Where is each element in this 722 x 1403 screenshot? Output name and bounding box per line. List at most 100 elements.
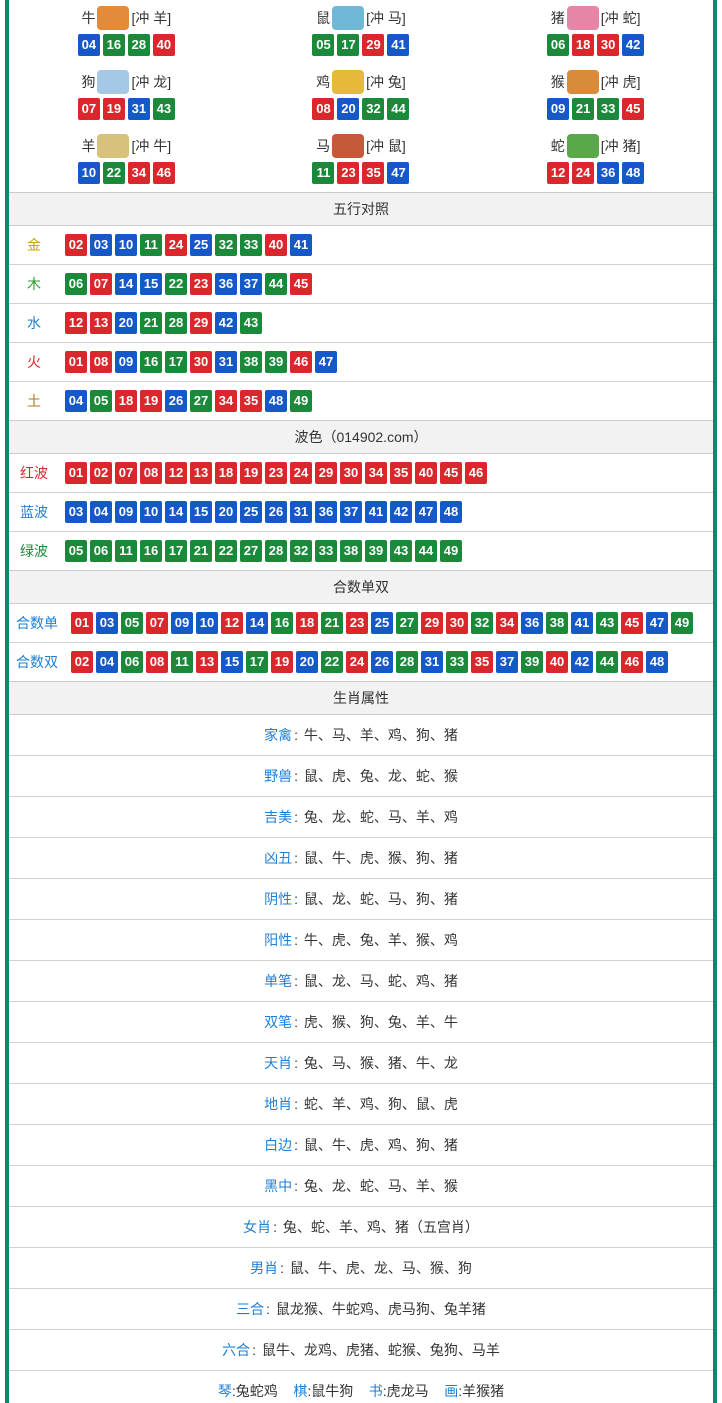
- number-ball: 03: [90, 234, 112, 256]
- table-row: 金 02031011242532334041: [9, 226, 713, 265]
- attr-label: 天肖: [264, 1055, 292, 1071]
- number-ball: 17: [246, 651, 268, 673]
- number-ball: 30: [446, 612, 468, 634]
- zodiac-icon: [567, 134, 599, 158]
- attr-value: 鼠、牛、虎、龙、马、猴、狗: [290, 1260, 472, 1276]
- number-ball: 14: [115, 273, 137, 295]
- zodiac-cell: 猴 [冲 虎] 09213345: [478, 64, 713, 128]
- attr-row: 家禽: 牛、马、羊、鸡、狗、猪: [9, 715, 713, 755]
- attr-value: 鼠牛、龙鸡、虎猪、蛇猴、兔狗、马羊: [262, 1342, 500, 1358]
- number-ball: 04: [90, 501, 112, 523]
- zodiac-header: 鼠 [冲 马]: [244, 6, 479, 30]
- zodiac-numbers: 10223446: [9, 162, 244, 184]
- attr-row: 三合: 鼠龙猴、牛蛇鸡、虎马狗、兔羊猪: [9, 1288, 713, 1329]
- attr-value: 牛、马、羊、鸡、狗、猪: [304, 727, 458, 743]
- number-ball: 43: [240, 312, 262, 334]
- zodiac-header: 蛇 [冲 猪]: [478, 134, 713, 158]
- row-label: 绿波: [9, 532, 59, 571]
- number-ball: 09: [547, 98, 569, 120]
- number-ball: 33: [240, 234, 262, 256]
- number-ball: 03: [96, 612, 118, 634]
- number-ball: 39: [265, 351, 287, 373]
- zodiac-icon: [567, 6, 599, 30]
- number-ball: 26: [371, 651, 393, 673]
- number-ball: 32: [362, 98, 384, 120]
- row-label: 合数双: [9, 643, 65, 682]
- number-ball: 22: [321, 651, 343, 673]
- number-ball: 23: [346, 612, 368, 634]
- number-ball: 22: [165, 273, 187, 295]
- attr-label: 双笔: [264, 1014, 292, 1030]
- zodiac-conflict: [冲 鼠]: [366, 136, 406, 156]
- number-ball: 22: [103, 162, 125, 184]
- attr-value: 蛇、羊、鸡、狗、鼠、虎: [304, 1096, 458, 1112]
- zodiac-header: 马 [冲 鼠]: [244, 134, 479, 158]
- number-ball: 07: [90, 273, 112, 295]
- number-ball: 40: [415, 462, 437, 484]
- number-ball: 33: [446, 651, 468, 673]
- zodiac-cell: 猪 [冲 蛇] 06183042: [478, 0, 713, 64]
- number-ball: 30: [597, 34, 619, 56]
- number-ball: 26: [265, 501, 287, 523]
- number-ball: 25: [190, 234, 212, 256]
- zodiac-name: 鸡: [316, 72, 330, 92]
- number-ball: 41: [365, 501, 387, 523]
- section-header-attr: 生肖属性: [9, 681, 713, 715]
- zodiac-cell: 马 [冲 鼠] 11233547: [244, 128, 479, 192]
- attr-label: 阴性: [264, 891, 292, 907]
- number-ball: 49: [290, 390, 312, 412]
- attr-value: 鼠、虎、兔、龙、蛇、猴: [304, 768, 458, 784]
- number-ball: 11: [140, 234, 162, 256]
- number-ball: 07: [78, 98, 100, 120]
- number-ball: 25: [240, 501, 262, 523]
- number-ball: 20: [115, 312, 137, 334]
- bottom-group: 画:羊猴猪: [444, 1383, 504, 1399]
- zodiac-cell: 鼠 [冲 马] 05172941: [244, 0, 479, 64]
- attr-label: 女肖: [243, 1219, 271, 1235]
- number-ball: 10: [196, 612, 218, 634]
- number-ball: 37: [496, 651, 518, 673]
- attr-row: 双笔: 虎、猴、狗、兔、羊、牛: [9, 1001, 713, 1042]
- number-ball: 21: [572, 98, 594, 120]
- number-ball: 39: [365, 540, 387, 562]
- attr-value: 鼠、牛、虎、鸡、狗、猪: [304, 1137, 458, 1153]
- zodiac-numbers: 05172941: [244, 34, 479, 56]
- number-ball: 44: [387, 98, 409, 120]
- row-numbers: 0108091617303138394647: [59, 343, 713, 382]
- number-ball: 31: [128, 98, 150, 120]
- number-ball: 42: [622, 34, 644, 56]
- bottom-group-key: 棋: [293, 1383, 307, 1399]
- number-ball: 07: [146, 612, 168, 634]
- zodiac-icon: [97, 70, 129, 94]
- number-ball: 35: [390, 462, 412, 484]
- zodiac-icon: [97, 6, 129, 30]
- number-ball: 40: [546, 651, 568, 673]
- number-ball: 29: [315, 462, 337, 484]
- row-label: 火: [9, 343, 59, 382]
- number-ball: 38: [546, 612, 568, 634]
- section-header-bose: 波色（014902.com）: [9, 420, 713, 454]
- number-ball: 41: [387, 34, 409, 56]
- number-ball: 47: [646, 612, 668, 634]
- bose-table: 红波 0102070812131819232429303435404546 蓝波…: [9, 454, 713, 570]
- zodiac-name: 猴: [551, 72, 565, 92]
- number-ball: 16: [103, 34, 125, 56]
- attr-row: 阴性: 鼠、龙、蛇、马、狗、猪: [9, 878, 713, 919]
- row-numbers: 03040910141520252631363741424748: [59, 493, 713, 532]
- attr-label: 黑中: [264, 1178, 292, 1194]
- row-label: 土: [9, 382, 59, 421]
- number-ball: 33: [597, 98, 619, 120]
- table-row: 火 0108091617303138394647: [9, 343, 713, 382]
- number-ball: 18: [215, 462, 237, 484]
- number-ball: 38: [340, 540, 362, 562]
- zodiac-numbers: 04162840: [9, 34, 244, 56]
- table-row: 木 06071415222336374445: [9, 265, 713, 304]
- row-numbers: 0204060811131517192022242628313335373940…: [65, 643, 713, 682]
- number-ball: 28: [165, 312, 187, 334]
- number-ball: 14: [246, 612, 268, 634]
- number-ball: 33: [315, 540, 337, 562]
- number-ball: 21: [190, 540, 212, 562]
- number-ball: 46: [153, 162, 175, 184]
- number-ball: 19: [103, 98, 125, 120]
- bottom-group-value: 羊猴猪: [462, 1383, 504, 1399]
